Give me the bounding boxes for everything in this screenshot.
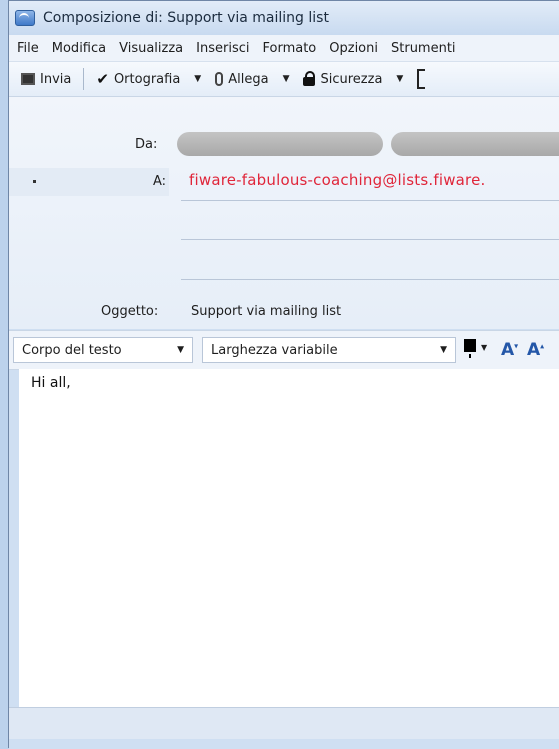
menu-inserisci[interactable]: Inserisci: [190, 41, 256, 56]
from-identity-redacted[interactable]: [391, 132, 559, 156]
font-value: Larghezza variabile: [211, 342, 338, 358]
to-address-field[interactable]: fiware-fabulous-coaching@lists.fiware.: [189, 171, 486, 189]
recipient-divider: [181, 200, 559, 201]
menu-modifica[interactable]: Modifica: [46, 41, 113, 56]
recipient-divider: [181, 279, 559, 280]
to-label: A:: [153, 174, 167, 189]
message-body-editor[interactable]: Hi all,: [19, 369, 559, 707]
status-bar: [9, 707, 559, 740]
checkmark-icon: ✔: [96, 70, 109, 88]
compose-toolbar: Invia ✔ Ortografia ▼ Allega ▼ Sicurezza …: [9, 62, 559, 97]
security-button[interactable]: Sicurezza: [297, 70, 388, 87]
paragraph-style-value: Corpo del testo: [22, 342, 122, 358]
font-smaller-icon[interactable]: A▾: [501, 340, 518, 360]
menu-visualizza[interactable]: Visualizza: [113, 41, 190, 56]
menu-opzioni[interactable]: Opzioni: [323, 41, 385, 56]
menu-formato[interactable]: Formato: [257, 41, 324, 56]
paperclip-icon: [215, 72, 224, 86]
subject-label: Oggetto:: [101, 304, 159, 319]
message-headers: Da: A: fiware-fabulous-coaching@lists.fi…: [9, 97, 559, 329]
subject-field[interactable]: Support via mailing list: [191, 304, 341, 319]
attach-label: Allega: [228, 71, 269, 87]
send-button[interactable]: Invia: [15, 72, 77, 87]
attach-dropdown-icon[interactable]: ▼: [275, 74, 298, 84]
font-select[interactable]: Larghezza variabile ▼: [202, 337, 456, 363]
from-address-redacted[interactable]: [177, 132, 383, 156]
security-dropdown-icon[interactable]: ▼: [388, 74, 411, 84]
window-title: Composizione di: Support via mailing lis…: [43, 10, 329, 26]
paragraph-style-select[interactable]: Corpo del testo ▼: [13, 337, 193, 363]
save-icon[interactable]: [417, 69, 426, 89]
attach-button[interactable]: Allega: [209, 72, 274, 87]
from-label: Da:: [135, 137, 158, 152]
recipient-type-bullet: [33, 180, 36, 183]
menu-strumenti[interactable]: Strumenti: [385, 41, 463, 56]
lock-icon: [303, 70, 316, 86]
security-label: Sicurezza: [320, 71, 383, 87]
menu-file[interactable]: File: [11, 41, 46, 56]
message-body-text: Hi all,: [31, 375, 71, 391]
font-larger-icon[interactable]: A▴: [527, 340, 544, 360]
menu-bar: File Modifica Visualizza Inserisci Forma…: [9, 35, 559, 62]
send-label: Invia: [40, 71, 72, 87]
compose-window: Composizione di: Support via mailing lis…: [8, 0, 559, 749]
text-color-dropdown-icon[interactable]: ▼: [481, 343, 487, 352]
recipient-divider: [181, 239, 559, 240]
spelling-button[interactable]: ✔ Ortografia: [90, 70, 186, 88]
chevron-down-icon: ▼: [177, 345, 184, 355]
title-bar: Composizione di: Support via mailing lis…: [9, 1, 559, 35]
spelling-label: Ortografia: [113, 71, 181, 87]
spelling-dropdown-icon[interactable]: ▼: [186, 74, 209, 84]
toolbar-separator: [83, 68, 85, 90]
send-icon: [21, 73, 35, 85]
format-toolbar: Corpo del testo ▼ Larghezza variabile ▼ …: [9, 330, 559, 370]
compose-app-icon: [15, 10, 35, 26]
chevron-down-icon: ▼: [440, 345, 447, 355]
text-color-icon[interactable]: [464, 339, 476, 358]
